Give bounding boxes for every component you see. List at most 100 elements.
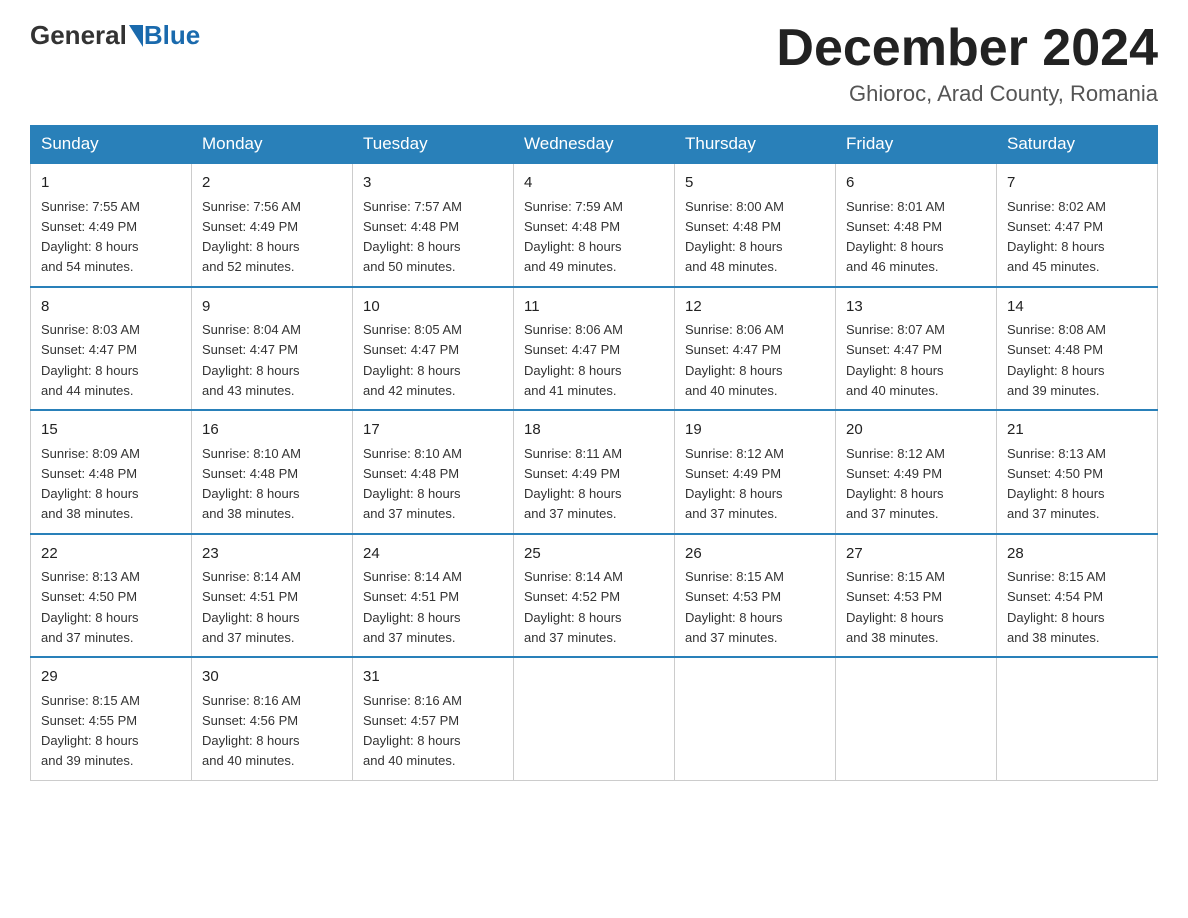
day-number: 14 <box>1007 296 1147 319</box>
day-number: 8 <box>41 296 181 319</box>
day-info: Sunrise: 8:05 AMSunset: 4:47 PMDaylight:… <box>363 322 462 398</box>
table-row: 14 Sunrise: 8:08 AMSunset: 4:48 PMDaylig… <box>997 287 1158 411</box>
calendar-week-row: 29 Sunrise: 8:15 AMSunset: 4:55 PMDaylig… <box>31 657 1158 780</box>
day-number: 10 <box>363 296 503 319</box>
table-row: 12 Sunrise: 8:06 AMSunset: 4:47 PMDaylig… <box>675 287 836 411</box>
calendar-week-row: 15 Sunrise: 8:09 AMSunset: 4:48 PMDaylig… <box>31 410 1158 534</box>
table-row: 16 Sunrise: 8:10 AMSunset: 4:48 PMDaylig… <box>192 410 353 534</box>
day-info: Sunrise: 8:04 AMSunset: 4:47 PMDaylight:… <box>202 322 301 398</box>
day-number: 9 <box>202 296 342 319</box>
day-number: 21 <box>1007 419 1147 442</box>
day-info: Sunrise: 8:12 AMSunset: 4:49 PMDaylight:… <box>685 446 784 522</box>
table-row: 20 Sunrise: 8:12 AMSunset: 4:49 PMDaylig… <box>836 410 997 534</box>
calendar-week-row: 8 Sunrise: 8:03 AMSunset: 4:47 PMDayligh… <box>31 287 1158 411</box>
table-row: 9 Sunrise: 8:04 AMSunset: 4:47 PMDayligh… <box>192 287 353 411</box>
table-row: 10 Sunrise: 8:05 AMSunset: 4:47 PMDaylig… <box>353 287 514 411</box>
table-row: 4 Sunrise: 7:59 AMSunset: 4:48 PMDayligh… <box>514 163 675 287</box>
day-info: Sunrise: 8:11 AMSunset: 4:49 PMDaylight:… <box>524 446 622 522</box>
day-info: Sunrise: 8:01 AMSunset: 4:48 PMDaylight:… <box>846 199 945 275</box>
logo-arrow-icon <box>129 25 143 47</box>
day-number: 17 <box>363 419 503 442</box>
day-info: Sunrise: 8:02 AMSunset: 4:47 PMDaylight:… <box>1007 199 1106 275</box>
day-number: 30 <box>202 666 342 689</box>
table-row: 31 Sunrise: 8:16 AMSunset: 4:57 PMDaylig… <box>353 657 514 780</box>
day-number: 28 <box>1007 543 1147 566</box>
page-header: General Blue December 2024 Ghioroc, Arad… <box>30 20 1158 107</box>
day-number: 23 <box>202 543 342 566</box>
header-friday: Friday <box>836 126 997 164</box>
title-area: December 2024 Ghioroc, Arad County, Roma… <box>776 20 1158 107</box>
table-row: 30 Sunrise: 8:16 AMSunset: 4:56 PMDaylig… <box>192 657 353 780</box>
day-info: Sunrise: 7:55 AMSunset: 4:49 PMDaylight:… <box>41 199 140 275</box>
day-number: 1 <box>41 172 181 195</box>
table-row: 25 Sunrise: 8:14 AMSunset: 4:52 PMDaylig… <box>514 534 675 658</box>
day-number: 25 <box>524 543 664 566</box>
table-row: 21 Sunrise: 8:13 AMSunset: 4:50 PMDaylig… <box>997 410 1158 534</box>
day-info: Sunrise: 8:03 AMSunset: 4:47 PMDaylight:… <box>41 322 140 398</box>
day-number: 24 <box>363 543 503 566</box>
day-number: 6 <box>846 172 986 195</box>
day-info: Sunrise: 8:16 AMSunset: 4:57 PMDaylight:… <box>363 693 462 769</box>
table-row: 8 Sunrise: 8:03 AMSunset: 4:47 PMDayligh… <box>31 287 192 411</box>
day-number: 13 <box>846 296 986 319</box>
day-info: Sunrise: 8:00 AMSunset: 4:48 PMDaylight:… <box>685 199 784 275</box>
header-monday: Monday <box>192 126 353 164</box>
table-row: 27 Sunrise: 8:15 AMSunset: 4:53 PMDaylig… <box>836 534 997 658</box>
header-saturday: Saturday <box>997 126 1158 164</box>
day-number: 31 <box>363 666 503 689</box>
header-tuesday: Tuesday <box>353 126 514 164</box>
day-info: Sunrise: 8:15 AMSunset: 4:54 PMDaylight:… <box>1007 569 1106 645</box>
table-row: 24 Sunrise: 8:14 AMSunset: 4:51 PMDaylig… <box>353 534 514 658</box>
header-wednesday: Wednesday <box>514 126 675 164</box>
day-info: Sunrise: 8:16 AMSunset: 4:56 PMDaylight:… <box>202 693 301 769</box>
table-row: 13 Sunrise: 8:07 AMSunset: 4:47 PMDaylig… <box>836 287 997 411</box>
calendar-table: Sunday Monday Tuesday Wednesday Thursday… <box>30 125 1158 781</box>
location-title: Ghioroc, Arad County, Romania <box>776 81 1158 107</box>
logo: General Blue <box>30 20 200 51</box>
day-info: Sunrise: 7:56 AMSunset: 4:49 PMDaylight:… <box>202 199 301 275</box>
day-info: Sunrise: 8:10 AMSunset: 4:48 PMDaylight:… <box>202 446 301 522</box>
table-row: 5 Sunrise: 8:00 AMSunset: 4:48 PMDayligh… <box>675 163 836 287</box>
day-info: Sunrise: 8:14 AMSunset: 4:52 PMDaylight:… <box>524 569 623 645</box>
table-row <box>514 657 675 780</box>
calendar-week-row: 22 Sunrise: 8:13 AMSunset: 4:50 PMDaylig… <box>31 534 1158 658</box>
day-info: Sunrise: 8:06 AMSunset: 4:47 PMDaylight:… <box>685 322 784 398</box>
table-row: 6 Sunrise: 8:01 AMSunset: 4:48 PMDayligh… <box>836 163 997 287</box>
table-row: 15 Sunrise: 8:09 AMSunset: 4:48 PMDaylig… <box>31 410 192 534</box>
day-number: 3 <box>363 172 503 195</box>
day-number: 5 <box>685 172 825 195</box>
table-row: 1 Sunrise: 7:55 AMSunset: 4:49 PMDayligh… <box>31 163 192 287</box>
day-info: Sunrise: 8:12 AMSunset: 4:49 PMDaylight:… <box>846 446 945 522</box>
day-info: Sunrise: 8:10 AMSunset: 4:48 PMDaylight:… <box>363 446 462 522</box>
day-info: Sunrise: 8:14 AMSunset: 4:51 PMDaylight:… <box>363 569 462 645</box>
table-row: 3 Sunrise: 7:57 AMSunset: 4:48 PMDayligh… <box>353 163 514 287</box>
table-row: 29 Sunrise: 8:15 AMSunset: 4:55 PMDaylig… <box>31 657 192 780</box>
header-sunday: Sunday <box>31 126 192 164</box>
calendar-week-row: 1 Sunrise: 7:55 AMSunset: 4:49 PMDayligh… <box>31 163 1158 287</box>
logo-blue-text: Blue <box>144 20 200 51</box>
day-info: Sunrise: 8:14 AMSunset: 4:51 PMDaylight:… <box>202 569 301 645</box>
day-number: 20 <box>846 419 986 442</box>
table-row: 28 Sunrise: 8:15 AMSunset: 4:54 PMDaylig… <box>997 534 1158 658</box>
day-number: 12 <box>685 296 825 319</box>
day-number: 11 <box>524 296 664 319</box>
day-number: 16 <box>202 419 342 442</box>
day-info: Sunrise: 8:13 AMSunset: 4:50 PMDaylight:… <box>41 569 140 645</box>
day-info: Sunrise: 8:15 AMSunset: 4:53 PMDaylight:… <box>685 569 784 645</box>
day-info: Sunrise: 8:06 AMSunset: 4:47 PMDaylight:… <box>524 322 623 398</box>
table-row: 23 Sunrise: 8:14 AMSunset: 4:51 PMDaylig… <box>192 534 353 658</box>
day-info: Sunrise: 8:13 AMSunset: 4:50 PMDaylight:… <box>1007 446 1106 522</box>
day-number: 2 <box>202 172 342 195</box>
day-info: Sunrise: 8:15 AMSunset: 4:53 PMDaylight:… <box>846 569 945 645</box>
table-row: 11 Sunrise: 8:06 AMSunset: 4:47 PMDaylig… <box>514 287 675 411</box>
table-row: 17 Sunrise: 8:10 AMSunset: 4:48 PMDaylig… <box>353 410 514 534</box>
table-row: 19 Sunrise: 8:12 AMSunset: 4:49 PMDaylig… <box>675 410 836 534</box>
header-thursday: Thursday <box>675 126 836 164</box>
table-row: 18 Sunrise: 8:11 AMSunset: 4:49 PMDaylig… <box>514 410 675 534</box>
day-info: Sunrise: 8:15 AMSunset: 4:55 PMDaylight:… <box>41 693 140 769</box>
table-row <box>836 657 997 780</box>
day-number: 7 <box>1007 172 1147 195</box>
day-number: 15 <box>41 419 181 442</box>
day-number: 29 <box>41 666 181 689</box>
table-row <box>675 657 836 780</box>
